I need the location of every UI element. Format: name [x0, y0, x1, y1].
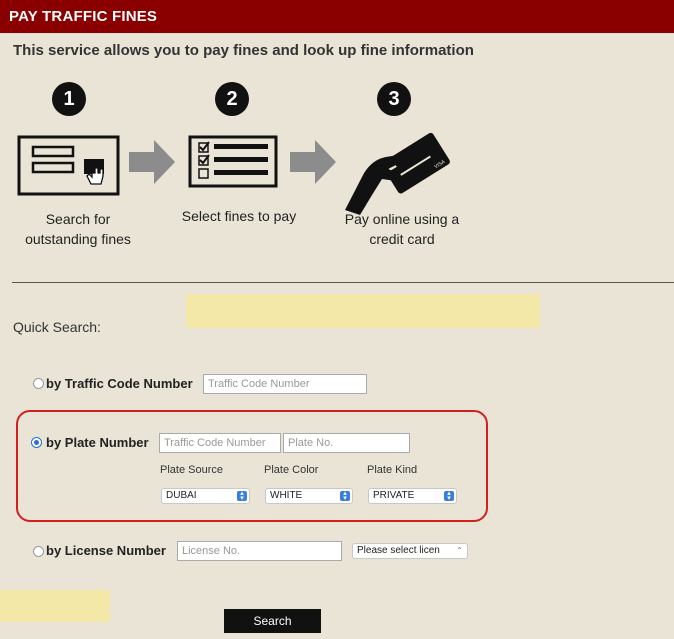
license-number-radio[interactable]	[33, 546, 44, 557]
license-source-select[interactable]: Please select licen ⌃	[352, 543, 468, 559]
step-2-caption: Select fines to pay	[181, 208, 297, 224]
plate-source-select[interactable]: DUBAI ▴ ▾	[161, 488, 250, 504]
quick-search-label: Quick Search:	[13, 319, 101, 335]
plate-traffic-code-input[interactable]	[159, 433, 281, 453]
select-arrows-icon: ▴ ▾	[340, 490, 350, 502]
plate-source-label: Plate Source	[160, 464, 223, 476]
steps-illustration: VISA	[17, 131, 452, 215]
traffic-code-label: by Traffic Code Number	[46, 376, 193, 391]
plate-number-input[interactable]	[283, 433, 410, 453]
license-number-input[interactable]	[177, 541, 342, 561]
credit-card-hand-icon: VISA	[345, 131, 452, 215]
traffic-code-input[interactable]	[203, 374, 367, 394]
step-3-caption: Pay online using a credit card	[344, 211, 460, 247]
search-window-icon	[17, 135, 120, 196]
license-source-value: Please select licen	[357, 545, 440, 556]
plate-color-select[interactable]: WHITE ▴ ▾	[265, 488, 353, 504]
arrow-right-icon	[290, 140, 336, 184]
page-header: PAY TRAFFIC FINES	[0, 0, 674, 33]
step-1-caption: Search for outstanding fines	[25, 211, 131, 247]
plate-number-label: by Plate Number	[46, 435, 149, 450]
select-arrows-icon: ▴ ▾	[237, 490, 247, 502]
section-divider	[12, 282, 674, 283]
plate-kind-value: PRIVATE	[373, 490, 415, 501]
step-1-number: 1	[52, 82, 86, 116]
arrow-right-icon	[129, 140, 175, 184]
intro-text: This service allows you to pay fines and…	[13, 42, 474, 59]
plate-color-label: Plate Color	[264, 464, 319, 476]
search-button[interactable]: Search	[224, 609, 321, 633]
checklist-icon	[188, 135, 278, 188]
license-number-label: by License Number	[46, 543, 166, 558]
select-arrows-icon: ▴ ▾	[444, 490, 454, 502]
plate-kind-label: Plate Kind	[367, 464, 418, 476]
plate-number-highlight-box	[16, 410, 488, 522]
plate-color-value: WHITE	[270, 490, 303, 501]
redaction-highlight	[0, 590, 110, 622]
select-arrows-icon: ⌃	[456, 546, 463, 555]
traffic-code-radio[interactable]	[33, 378, 44, 389]
plate-kind-select[interactable]: PRIVATE ▴ ▾	[368, 488, 457, 504]
page-title: PAY TRAFFIC FINES	[9, 8, 158, 25]
step-2-number: 2	[215, 82, 249, 116]
plate-source-value: DUBAI	[166, 490, 197, 501]
plate-number-radio[interactable]	[31, 437, 42, 448]
redaction-highlight	[186, 294, 540, 328]
step-3-number: 3	[377, 82, 411, 116]
